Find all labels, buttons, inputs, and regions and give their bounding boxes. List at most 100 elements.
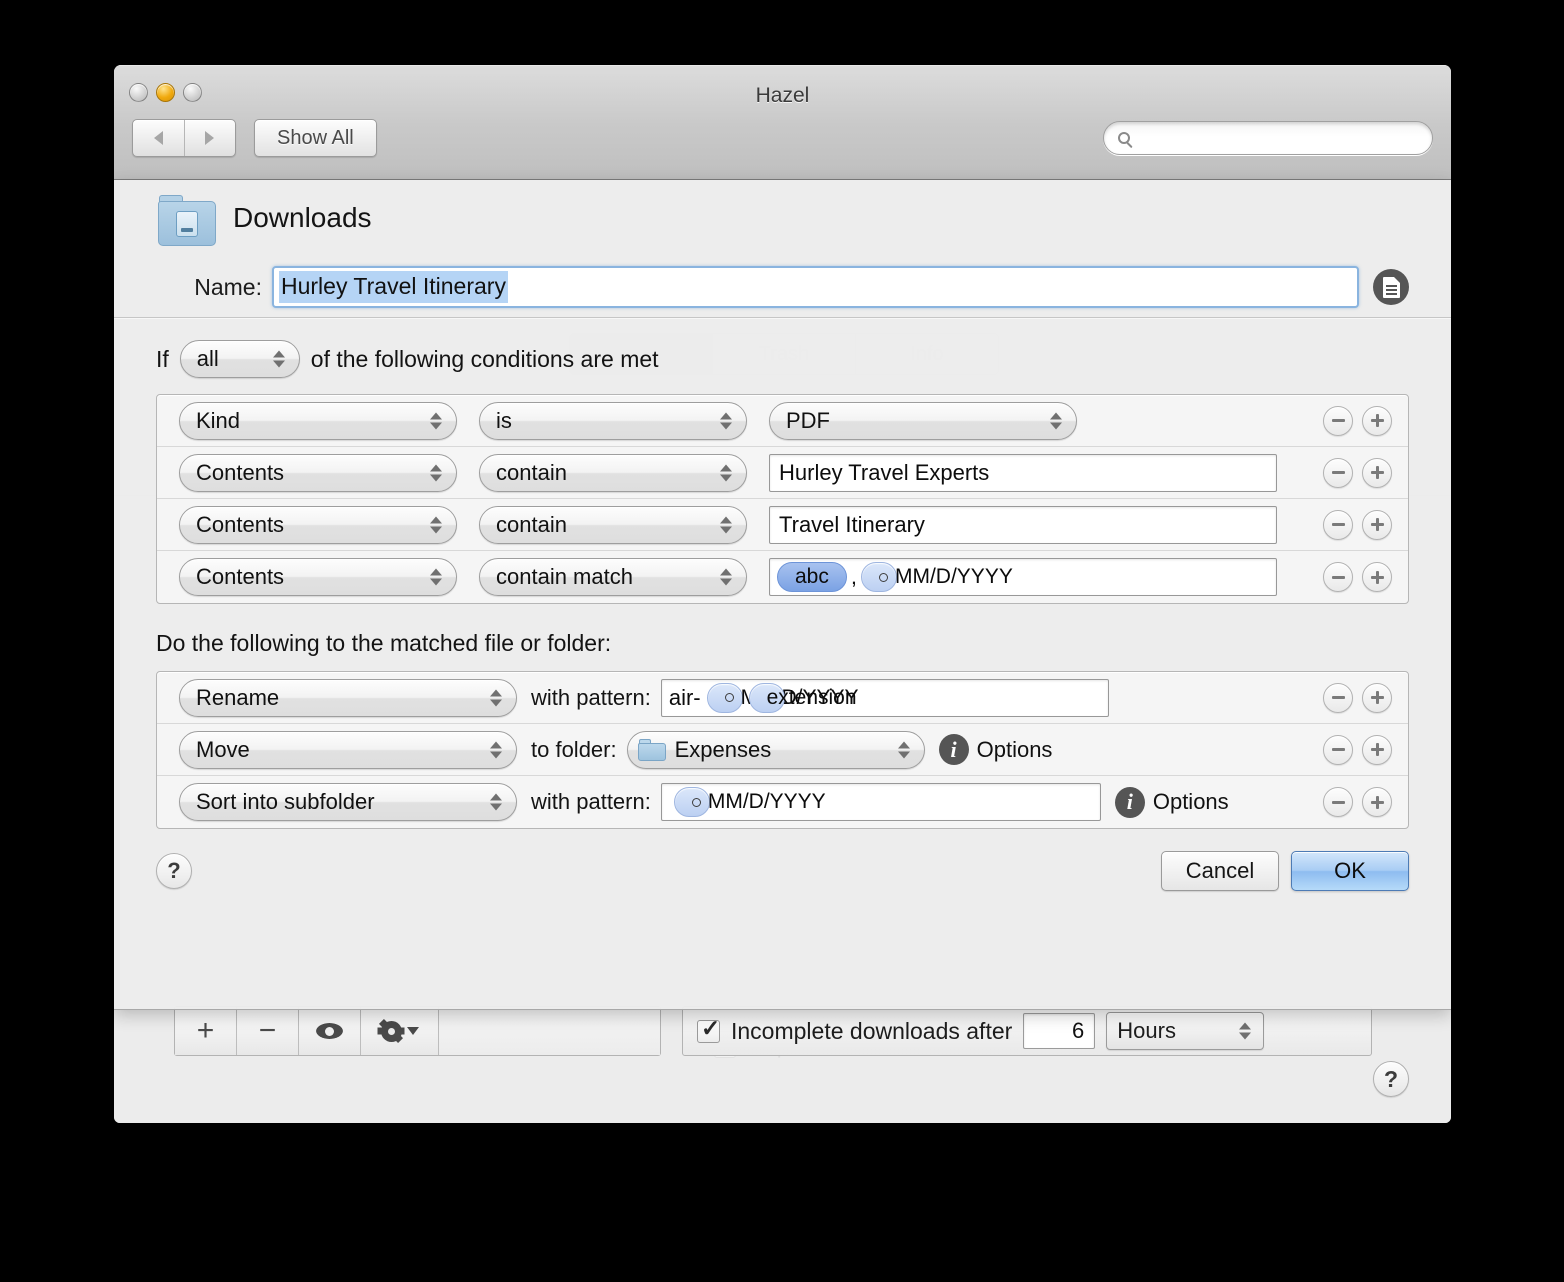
add-condition-button[interactable] — [1362, 562, 1392, 592]
sheet-footer: ? Cancel OK — [114, 829, 1451, 891]
rule-name-row: Name: Hurley Travel Itinerary — [114, 264, 1451, 310]
incomplete-downloads-value[interactable]: 6 — [1023, 1013, 1096, 1049]
token-dot-icon — [724, 693, 734, 702]
condition-attribute-select[interactable]: Contents — [179, 453, 457, 492]
add-condition-button[interactable] — [1362, 509, 1392, 540]
match-mode-value: all — [196, 346, 219, 371]
folder-icon — [637, 738, 666, 761]
rule-name-value: Hurley Travel Itinerary — [279, 271, 508, 303]
move-folder-select[interactable]: Expenses — [626, 730, 925, 769]
rule-actions-menu-button[interactable] — [361, 1007, 439, 1055]
add-rule-button[interactable]: + — [175, 1007, 237, 1055]
document-icon[interactable] — [1373, 269, 1409, 305]
remove-condition-button[interactable] — [1323, 562, 1353, 592]
rules-toolbar: + − — [174, 1006, 661, 1056]
gear-icon — [380, 1020, 402, 1042]
remove-action-button[interactable] — [1323, 787, 1353, 817]
forward-button[interactable] — [185, 120, 236, 156]
action-type-value: Rename — [196, 684, 280, 710]
search-field[interactable] — [1103, 121, 1433, 155]
sheet-help-button[interactable]: ? — [156, 853, 192, 889]
subfolder-pattern-field[interactable]: MM/D/YYYY — [660, 783, 1101, 821]
move-folder-value: Expenses — [674, 736, 772, 762]
remove-condition-button[interactable] — [1323, 405, 1353, 436]
remove-action-button[interactable] — [1323, 682, 1353, 713]
action-row: Move to folder: Expenses i Options — [157, 724, 1408, 776]
token-extension[interactable]: extension — [748, 682, 857, 713]
subfolder-options-button[interactable]: i Options — [1114, 786, 1229, 818]
options-label: Options — [976, 736, 1053, 762]
incomplete-downloads-checkbox[interactable] — [697, 1015, 720, 1043]
token-date-pattern[interactable]: MM/D/YYYY — [860, 562, 1013, 592]
row-controls — [1323, 562, 1408, 592]
nav-back-forward-group[interactable] — [132, 119, 236, 157]
rename-pattern-field[interactable]: air- MM/D/YYYY extension — [660, 678, 1109, 717]
stepper-icon — [272, 350, 285, 368]
chevron-right-icon — [205, 131, 215, 145]
condition-operator-select[interactable]: contain — [479, 505, 747, 544]
plus-icon: + — [196, 1014, 215, 1047]
token-abc[interactable]: abc — [777, 562, 847, 592]
gear-menu — [380, 1020, 419, 1042]
stepper-icon — [430, 464, 442, 481]
add-action-button[interactable] — [1362, 682, 1392, 713]
remove-condition-button[interactable] — [1323, 509, 1353, 540]
token-label: MM/D/YYYY — [707, 790, 826, 813]
token-label: MM/D/YYYY — [894, 565, 1013, 588]
if-prefix-label: If — [156, 345, 169, 372]
condition-value-input[interactable]: Travel Itinerary — [769, 505, 1277, 544]
remove-rule-button[interactable]: − — [237, 1007, 299, 1055]
stepper-icon — [430, 516, 442, 533]
add-condition-button[interactable] — [1362, 405, 1392, 436]
remove-condition-button[interactable] — [1323, 457, 1353, 488]
action-row: Rename with pattern: air- MM/D/YYYY exte… — [157, 672, 1408, 724]
add-action-button[interactable] — [1362, 734, 1392, 765]
condition-value-input[interactable]: Hurley Travel Experts — [769, 453, 1277, 492]
back-button[interactable] — [133, 120, 185, 156]
hazel-window: Hazel Show All Folders Trash Info Downlo… — [114, 65, 1451, 1123]
action-type-select[interactable]: Sort into subfolder — [179, 783, 517, 821]
rule-name-input[interactable]: Hurley Travel Itinerary — [272, 266, 1359, 308]
condition-value-select[interactable]: PDF — [769, 401, 1077, 440]
incomplete-downloads-unit-select[interactable]: Hours — [1106, 1012, 1265, 1050]
window-help-button[interactable]: ? — [1373, 1061, 1409, 1097]
search-input[interactable] — [1138, 129, 1388, 147]
ok-button[interactable]: OK — [1291, 851, 1409, 891]
action-param-label: with pattern: — [531, 684, 651, 710]
condition-row: Contents contain match abc , MM/D/YYYY — [157, 551, 1408, 603]
condition-operator-value: contain match — [496, 564, 633, 589]
minus-icon: − — [258, 1014, 277, 1047]
condition-operator-select[interactable]: is — [479, 401, 747, 440]
action-type-select[interactable]: Rename — [179, 678, 517, 717]
condition-attribute-select[interactable]: Contents — [179, 505, 457, 544]
add-condition-button[interactable] — [1362, 457, 1392, 488]
condition-attribute-select[interactable]: Kind — [179, 401, 457, 440]
action-type-select[interactable]: Move — [179, 730, 517, 769]
actions-list: Rename with pattern: air- MM/D/YYYY exte… — [156, 671, 1409, 829]
window-body: Folders Trash Info Downloads iMovie Even… — [114, 180, 1451, 1123]
sheet-folder-title: Downloads — [233, 202, 372, 233]
cancel-button[interactable]: Cancel — [1161, 851, 1279, 891]
show-all-button[interactable]: Show All — [254, 119, 377, 157]
token-date-pattern[interactable]: MM/D/YYYY — [706, 682, 858, 713]
options-label: Options — [1152, 789, 1229, 814]
condition-token-field[interactable]: abc , MM/D/YYYY — [769, 558, 1277, 596]
move-options-button[interactable]: i Options — [938, 734, 1053, 765]
stepper-icon — [720, 568, 732, 586]
condition-operator-select[interactable]: contain match — [479, 558, 747, 596]
row-controls — [1323, 787, 1408, 817]
condition-attribute-select[interactable]: Contents — [179, 558, 457, 596]
preview-rule-button[interactable] — [299, 1007, 361, 1055]
incomplete-downloads-label: Incomplete downloads after — [731, 1017, 1013, 1044]
stepper-icon — [1239, 1022, 1252, 1040]
stepper-icon — [720, 412, 732, 429]
actions-header-label: Do the following to the matched file or … — [156, 630, 612, 656]
remove-action-button[interactable] — [1323, 734, 1353, 765]
match-mode-select[interactable]: all — [179, 340, 300, 378]
unit-label: Hours — [1117, 1018, 1176, 1043]
add-action-button[interactable] — [1362, 787, 1392, 817]
token-date-pattern[interactable]: MM/D/YYYY — [673, 787, 826, 817]
condition-operator-select[interactable]: contain — [479, 453, 747, 492]
row-controls — [1323, 405, 1408, 436]
row-controls — [1323, 734, 1408, 765]
